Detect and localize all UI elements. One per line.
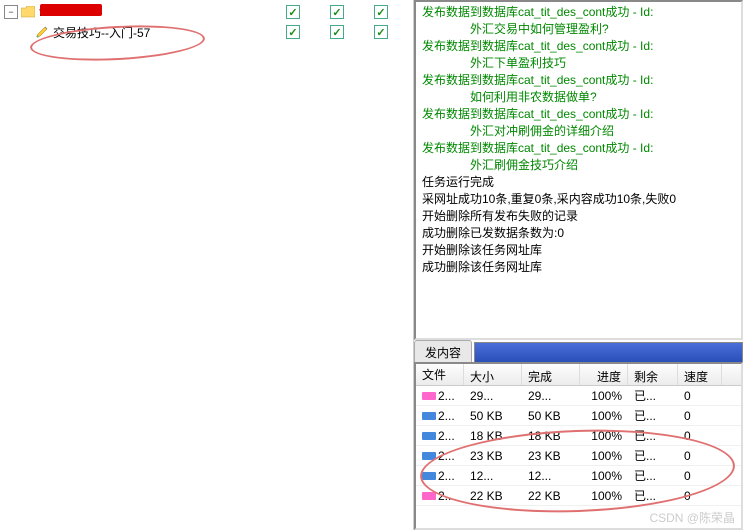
file-name: 2... [438,489,455,503]
checkbox[interactable]: ✓ [330,5,344,19]
file-name: 2... [438,469,455,483]
table-row[interactable]: 2...22 KB22 KB100%已...0 [416,486,741,506]
file-grid: 文件 大小 完成 进度 剩余 速度 2...29...29...100%已...… [414,362,743,530]
cell-remain: 已... [628,405,678,426]
checkbox[interactable]: ✓ [374,25,388,39]
cell-progress: 100% [580,387,628,405]
log-line: 采网址成功10条,重复0条,采内容成功10条,失败0 [422,191,735,208]
jpg-file-icon [422,430,436,442]
log-line: 外汇刷佣金技巧介绍 [422,157,735,174]
cell-remain: 已... [628,465,678,486]
tree-panel: − f ✓ ✓ ✓ 交易技巧--入门-57 ✓ ✓ ✓ [0,0,410,530]
log-line: 发布数据到数据库cat_tit_des_cont成功 - Id: [422,38,735,55]
png-file-icon [422,390,436,402]
table-row[interactable]: 2...12...12...100%已...0 [416,466,741,486]
folder-icon [20,5,36,19]
cell-progress: 100% [580,447,628,465]
cell-size: 29... [464,387,522,405]
cell-done: 18 KB [522,427,580,445]
log-line: 如何利用非农数据做单? [422,89,735,106]
jpg-file-icon [422,470,436,482]
cell-progress: 100% [580,427,628,445]
col-header-speed[interactable]: 速度 [678,364,722,385]
log-line: 发布数据到数据库cat_tit_des_cont成功 - Id: [422,72,735,89]
pencil-icon [34,25,50,39]
checkbox[interactable]: ✓ [286,5,300,19]
log-line: 开始删除所有发布失败的记录 [422,208,735,225]
tab-bar: 发内容 [414,340,743,362]
png-file-icon [422,490,436,502]
col-header-progress[interactable]: 进度 [580,364,628,385]
right-panel: 发布数据到数据库cat_tit_des_cont成功 - Id:外汇交易中如何管… [413,0,743,530]
col-header-remain[interactable]: 剩余 [628,364,678,385]
table-row[interactable]: 2...23 KB23 KB100%已...0 [416,446,741,466]
cell-size: 18 KB [464,427,522,445]
cell-remain: 已... [628,485,678,506]
cell-remain: 已... [628,445,678,466]
cell-remain: 已... [628,385,678,406]
checkbox[interactable]: ✓ [374,5,388,19]
tab-bar-progress [474,342,743,362]
checkbox[interactable]: ✓ [330,25,344,39]
cell-size: 50 KB [464,407,522,425]
log-output: 发布数据到数据库cat_tit_des_cont成功 - Id:外汇交易中如何管… [414,0,743,340]
cell-speed: 0 [678,447,722,465]
cell-done: 12... [522,467,580,485]
log-line: 外汇交易中如何管理盈利? [422,21,735,38]
cell-done: 23 KB [522,447,580,465]
log-line: 发布数据到数据库cat_tit_des_cont成功 - Id: [422,106,735,123]
cell-size: 12... [464,467,522,485]
log-line: 发布数据到数据库cat_tit_des_cont成功 - Id: [422,140,735,157]
cell-done: 22 KB [522,487,580,505]
cell-size: 22 KB [464,487,522,505]
cell-remain: 已... [628,425,678,446]
redaction-mark [40,4,102,16]
jpg-file-icon [422,450,436,462]
file-name: 2... [438,429,455,443]
tree-child-label: 交易技巧--入门-57 [53,24,150,41]
col-header-done[interactable]: 完成 [522,364,580,385]
file-name: 2... [438,449,455,463]
col-header-file[interactable]: 文件 [416,364,464,385]
cell-speed: 0 [678,387,722,405]
table-row[interactable]: 2...29...29...100%已...0 [416,386,741,406]
cell-speed: 0 [678,427,722,445]
table-row[interactable]: 2...18 KB18 KB100%已...0 [416,426,741,446]
table-row[interactable]: 2...50 KB50 KB100%已...0 [416,406,741,426]
cell-speed: 0 [678,407,722,425]
cell-done: 50 KB [522,407,580,425]
log-line: 发布数据到数据库cat_tit_des_cont成功 - Id: [422,4,735,21]
log-line: 任务运行完成 [422,174,735,191]
cell-progress: 100% [580,407,628,425]
cell-size: 23 KB [464,447,522,465]
cell-speed: 0 [678,467,722,485]
log-line: 外汇对冲刷佣金的详细介绍 [422,123,735,140]
log-line: 成功删除已发数据条数为:0 [422,225,735,242]
file-name: 2... [438,409,455,423]
cell-done: 29... [522,387,580,405]
checkbox[interactable]: ✓ [286,25,300,39]
file-name: 2... [438,389,455,403]
tab-publish-content[interactable]: 发内容 [414,340,472,362]
tree-child-row[interactable]: 交易技巧--入门-57 ✓ ✓ ✓ [4,22,406,42]
log-line: 成功删除该任务网址库 [422,259,735,276]
cell-progress: 100% [580,487,628,505]
col-header-size[interactable]: 大小 [464,364,522,385]
cell-progress: 100% [580,467,628,485]
grid-header: 文件 大小 完成 进度 剩余 速度 [416,364,741,386]
cell-speed: 0 [678,487,722,505]
log-line: 开始删除该任务网址库 [422,242,735,259]
log-line: 外汇下单盈利技巧 [422,55,735,72]
collapse-icon[interactable]: − [4,5,18,19]
jpg-file-icon [422,410,436,422]
